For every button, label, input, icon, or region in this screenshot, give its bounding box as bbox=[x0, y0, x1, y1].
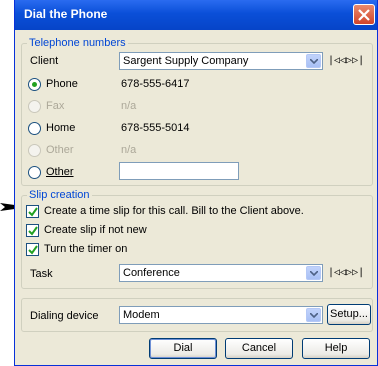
create-time-slip-label: Create a time slip for this call. Bill t… bbox=[44, 205, 304, 217]
checkmark-icon bbox=[28, 245, 38, 255]
task-dropdown-button[interactable] bbox=[306, 266, 321, 280]
help-button[interactable]: Help bbox=[302, 338, 370, 359]
dialing-device-value: Modem bbox=[123, 309, 160, 321]
close-button[interactable] bbox=[353, 4, 375, 25]
other-number-input[interactable] bbox=[119, 162, 239, 180]
home-radio[interactable] bbox=[28, 122, 41, 135]
fax-number: n/a bbox=[121, 100, 137, 112]
phone-radio[interactable] bbox=[28, 78, 41, 91]
dialing-device-select[interactable]: Modem bbox=[119, 306, 323, 324]
slip-creation-legend: Slip creation bbox=[27, 189, 92, 201]
fax-radio[interactable] bbox=[28, 100, 41, 113]
setup-button[interactable]: Setup... bbox=[327, 304, 371, 325]
task-select[interactable]: Conference bbox=[119, 264, 323, 282]
other-radio[interactable] bbox=[28, 166, 41, 179]
window-title: Dial the Phone bbox=[24, 7, 108, 21]
home-number: 678-555-5014 bbox=[121, 122, 190, 134]
create-time-slip-checkbox[interactable] bbox=[26, 205, 39, 218]
client-record-navigator[interactable]: |◁◁▷▷| bbox=[328, 55, 364, 66]
phone-number: 678-555-6417 bbox=[121, 78, 190, 90]
create-slip-if-not-new-checkbox[interactable] bbox=[26, 224, 39, 237]
turn-timer-on-checkbox[interactable] bbox=[26, 243, 39, 256]
title-bar: Dial the Phone bbox=[15, 0, 377, 30]
turn-timer-on-label: Turn the timer on bbox=[44, 243, 128, 255]
client-dropdown-button[interactable] bbox=[306, 54, 321, 68]
task-value: Conference bbox=[123, 267, 180, 279]
task-label: Task bbox=[30, 268, 53, 280]
fax-label: Fax bbox=[46, 100, 65, 112]
other-disabled-radio[interactable] bbox=[28, 144, 41, 157]
telephone-numbers-legend: Telephone numbers bbox=[27, 37, 128, 49]
dialing-device-label: Dialing device bbox=[30, 310, 99, 322]
other-disabled-label: Other bbox=[46, 144, 74, 156]
other-label: Other bbox=[46, 166, 74, 178]
dial-phone-dialog: Dial the Phone Telephone numbers Client … bbox=[14, 0, 378, 366]
client-select[interactable]: Sargent Supply Company bbox=[119, 52, 323, 70]
home-label: Home bbox=[46, 122, 76, 134]
client-label: Client bbox=[30, 55, 59, 67]
cancel-button[interactable]: Cancel bbox=[225, 338, 293, 359]
chevron-down-icon bbox=[310, 59, 318, 64]
create-slip-if-not-new-label: Create slip if not new bbox=[44, 224, 147, 236]
checkmark-icon bbox=[28, 207, 38, 217]
client-value: Sargent Supply Company bbox=[123, 55, 249, 67]
task-record-navigator[interactable]: |◁◁▷▷| bbox=[328, 267, 364, 278]
chevron-down-icon bbox=[310, 271, 318, 276]
dial-button[interactable]: Dial bbox=[149, 338, 217, 359]
dialing-device-dropdown-button[interactable] bbox=[306, 308, 321, 322]
chevron-down-icon bbox=[310, 313, 318, 318]
other-disabled-number: n/a bbox=[121, 144, 137, 156]
phone-label: Phone bbox=[46, 78, 78, 90]
checkmark-icon bbox=[28, 226, 38, 236]
close-icon bbox=[358, 9, 370, 21]
